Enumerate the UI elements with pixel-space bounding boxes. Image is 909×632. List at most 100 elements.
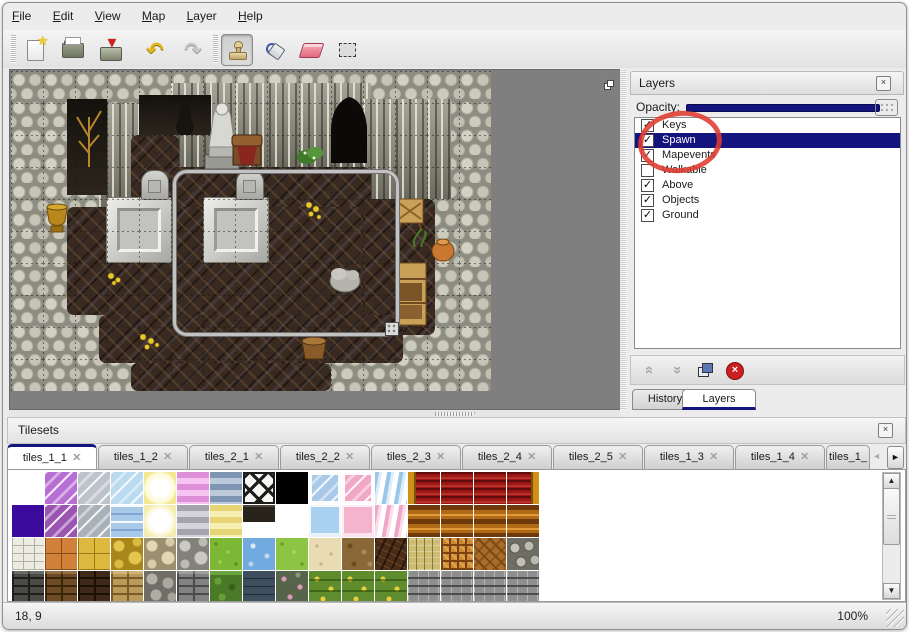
tile-swatch-brick-tan[interactable]: [111, 571, 143, 602]
layer-visible-checkbox[interactable]: ✓: [641, 179, 654, 192]
lower-layer-button[interactable]: «: [667, 360, 687, 380]
scroll-down-button[interactable]: ▼: [883, 583, 900, 599]
tile-swatch-cobble-gray[interactable]: [177, 538, 209, 570]
tile-swatch-sand[interactable]: [309, 538, 341, 570]
close-tab-icon[interactable]: ✕: [618, 451, 627, 463]
eraser-tool-button[interactable]: [295, 34, 327, 66]
tile-swatch-curtain-red[interactable]: [441, 472, 473, 504]
tile-swatch-ribbon-pink[interactable]: [375, 505, 407, 537]
menu-file[interactable]: File: [3, 3, 40, 27]
layer-visible-checkbox[interactable]: ✓: [641, 149, 654, 162]
layer-row-ground[interactable]: ✓ Ground: [635, 208, 900, 223]
tile-swatch-pane-pink[interactable]: [342, 505, 374, 537]
layer-row-spawn[interactable]: ✓ Spawn: [635, 133, 900, 148]
open-file-button[interactable]: [57, 34, 89, 66]
layer-row-above[interactable]: ✓ Above: [635, 178, 900, 193]
tile-swatch-curtain-red-right[interactable]: [507, 472, 539, 504]
duplicate-layer-button[interactable]: [695, 360, 715, 380]
tileset-tab[interactable]: tiles_2_2✕: [280, 445, 370, 470]
close-tab-icon[interactable]: ✕: [163, 451, 172, 463]
tile-swatch-curtain-red-left[interactable]: [408, 472, 440, 504]
tile-swatch-grass-flowers[interactable]: [375, 571, 407, 602]
tile-swatch-empty[interactable]: [12, 472, 44, 504]
close-tab-icon[interactable]: ✕: [436, 451, 445, 463]
tile-swatch-wall-stone[interactable]: [144, 571, 176, 602]
delete-layer-button[interactable]: ×: [725, 360, 745, 380]
opacity-slider-handle[interactable]: [875, 99, 898, 116]
tile-swatch-stripe-orange[interactable]: [474, 505, 506, 537]
stamp-tool-button[interactable]: [221, 34, 253, 66]
tileset-tab[interactable]: tiles_1_3✕: [644, 445, 734, 470]
scroll-tabs-right-button[interactable]: ►: [887, 446, 904, 469]
tile-swatch-pane-blue[interactable]: [309, 505, 341, 537]
tile-swatch-lattice[interactable]: [243, 472, 275, 504]
tile-swatch-crystal-gray[interactable]: [78, 472, 110, 504]
tile-swatch-glow-bright[interactable]: [144, 472, 176, 504]
layer-visible-checkbox[interactable]: [641, 164, 654, 177]
tile-swatch-herringbone[interactable]: [474, 538, 506, 570]
tileset-tab[interactable]: tiles_1_: [826, 445, 870, 470]
tile-swatch-empty[interactable]: [276, 505, 308, 537]
scrollbar-thumb[interactable]: [883, 488, 900, 545]
tile-swatch-planks-gray[interactable]: [507, 571, 539, 602]
close-tab-icon[interactable]: ✕: [800, 451, 809, 463]
tile-swatch-tile-yellow[interactable]: [78, 538, 110, 570]
tile-swatch-stone-white[interactable]: [12, 538, 44, 570]
tile-swatch-grass-flowers[interactable]: [342, 571, 374, 602]
tile-swatch-planks-gray[interactable]: [408, 571, 440, 602]
close-tab-icon[interactable]: ✕: [709, 451, 718, 463]
tile-swatch-crystal-gray-dark[interactable]: [78, 505, 110, 537]
fill-tool-button[interactable]: [259, 34, 291, 66]
menu-edit[interactable]: Edit: [44, 3, 83, 27]
tileset-grid[interactable]: [12, 472, 544, 602]
layer-row-keys[interactable]: ✓ Keys: [635, 118, 900, 133]
opacity-slider-track[interactable]: [686, 104, 880, 112]
float-panel-button[interactable]: [601, 78, 603, 90]
menu-map[interactable]: Map: [133, 3, 174, 27]
tile-swatch-stripe-yellow[interactable]: [210, 505, 242, 537]
tile-swatch-stripe-gray[interactable]: [177, 505, 209, 537]
selection-resize-handle[interactable]: [385, 322, 399, 336]
tile-swatch-water[interactable]: [243, 538, 275, 570]
tile-swatch-cobble-yellow[interactable]: [111, 538, 143, 570]
tile-swatch-planks-light[interactable]: [408, 538, 440, 570]
new-file-button[interactable]: ★: [19, 34, 51, 66]
tile-swatch-weave[interactable]: [441, 538, 473, 570]
layer-visible-checkbox[interactable]: ✓: [641, 134, 654, 147]
tile-swatch-grass2[interactable]: [276, 538, 308, 570]
tile-swatch-plaque[interactable]: [243, 505, 275, 537]
close-tab-icon[interactable]: ✕: [345, 451, 354, 463]
tile-swatch-moss-floral[interactable]: [276, 571, 308, 602]
close-tab-icon[interactable]: ✕: [72, 452, 81, 464]
redo-button[interactable]: ↷: [177, 34, 209, 66]
raise-layer-button[interactable]: «: [639, 360, 659, 380]
save-file-button[interactable]: ▼: [95, 34, 127, 66]
layer-visible-checkbox[interactable]: ✓: [641, 194, 654, 207]
scroll-tabs-left-icon[interactable]: ◄: [869, 446, 884, 467]
layer-row-objects[interactable]: ✓ Objects: [635, 193, 900, 208]
resize-grip[interactable]: [886, 609, 904, 627]
tile-swatch-logs[interactable]: [507, 538, 539, 570]
tile-swatch-dirt[interactable]: [342, 538, 374, 570]
menu-help[interactable]: Help: [229, 3, 272, 27]
tile-swatch-curtain-red[interactable]: [474, 472, 506, 504]
tile-swatch-cobble-beige[interactable]: [144, 538, 176, 570]
tile-swatch-stripe-orange[interactable]: [408, 505, 440, 537]
tile-swatch-stripe-orange[interactable]: [507, 505, 539, 537]
tileset-tab[interactable]: tiles_2_4✕: [462, 445, 552, 470]
tile-swatch-water-anim[interactable]: [111, 505, 143, 537]
menu-view[interactable]: View: [86, 3, 130, 27]
tile-swatch-hedge[interactable]: [210, 571, 242, 602]
tileset-tab[interactable]: tiles_2_5✕: [553, 445, 643, 470]
tile-swatch-tile-orange[interactable]: [45, 538, 77, 570]
tileset-tab[interactable]: tiles_2_3✕: [371, 445, 461, 470]
layer-visible-checkbox[interactable]: ✓: [641, 119, 654, 132]
tile-swatch-ribbon-blue[interactable]: [375, 472, 407, 504]
tile-swatch-planks-gray[interactable]: [474, 571, 506, 602]
tile-swatch-brick-dark[interactable]: [12, 571, 44, 602]
selection-rectangle[interactable]: [173, 170, 399, 336]
tileset-tab[interactable]: tiles_1_1✕: [7, 444, 97, 470]
map-view[interactable]: [11, 71, 491, 391]
tile-swatch-brick-gray[interactable]: [177, 571, 209, 602]
tile-swatch-stripe-pink[interactable]: [177, 472, 209, 504]
